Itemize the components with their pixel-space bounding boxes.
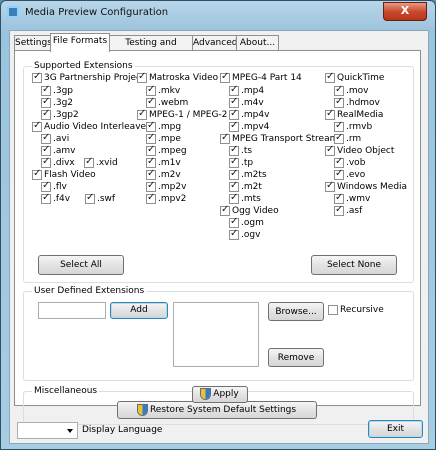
display-language-label: Display Language — [82, 425, 163, 435]
checkbox-evo[interactable]: .evo — [334, 168, 365, 181]
shield-icon — [137, 404, 147, 415]
dialog-client: Settings File Formats Testing and Cache … — [9, 30, 429, 444]
add-button[interactable]: Add — [110, 302, 168, 319]
file-formats-page: Supported Extensions 3G Partnership Proj… — [14, 50, 421, 425]
window-title: Media Preview Configuration — [25, 7, 169, 18]
chevron-down-icon — [67, 429, 73, 433]
select-none-button[interactable]: Select None — [311, 255, 397, 275]
tab-settings[interactable]: Settings — [14, 35, 52, 50]
user-defined-extensions-group: User Defined Extensions Add Browse... Re… — [23, 286, 414, 381]
checkbox-ogv[interactable]: .ogv — [229, 228, 260, 241]
checkbox-hdmov[interactable]: .hdmov — [334, 96, 380, 109]
checkbox-realmedia[interactable]: RealMedia — [325, 108, 383, 121]
close-button[interactable]: X — [383, 2, 427, 21]
checkbox-divx[interactable]: .divx — [41, 156, 75, 169]
checkbox-xvid[interactable]: .xvid — [84, 156, 118, 169]
exit-button[interactable]: Exit — [368, 420, 423, 438]
checkbox-matroska-video[interactable]: Matroska Video — [137, 71, 218, 84]
apply-label: Apply — [213, 389, 239, 399]
checkbox-webm[interactable]: .webm — [146, 96, 188, 109]
extension-input[interactable] — [38, 302, 106, 319]
checkbox-3g-partnership-project[interactable]: 3G Partnership Project — [32, 71, 145, 84]
title-bar[interactable]: Media Preview Configuration X — [1, 1, 435, 25]
checkbox-3gp2[interactable]: .3gp2 — [41, 108, 79, 121]
restore-defaults-label: Restore System Default Settings — [149, 405, 297, 415]
dialog-window: Media Preview Configuration X Settings F… — [0, 0, 436, 450]
checkbox-mts[interactable]: .mts — [229, 192, 261, 205]
tab-about[interactable]: About... — [236, 35, 279, 50]
tab-advanced[interactable]: Advanced — [192, 35, 237, 50]
display-language-dropdown[interactable] — [17, 422, 78, 439]
checkbox-quicktime[interactable]: QuickTime — [325, 71, 384, 84]
checkbox-rm[interactable]: .rm — [334, 132, 361, 145]
apply-button[interactable]: Apply — [192, 386, 248, 403]
select-all-button[interactable]: Select All — [38, 255, 124, 275]
tab-testing-cache[interactable]: Testing and Cache — [109, 35, 193, 63]
checkbox-swf[interactable]: .swf — [85, 192, 115, 205]
checkbox-box[interactable] — [32, 71, 42, 83]
recursive-checkbox[interactable]: Recursive — [328, 305, 384, 316]
miscellaneous-legend: Miscellaneous — [32, 386, 100, 396]
checkbox-ogg-video[interactable]: Ogg Video — [220, 204, 279, 217]
browse-button[interactable]: Browse... — [268, 302, 324, 321]
checkbox-mpeg4-part14[interactable]: MPEG-4 Part 14 — [220, 71, 302, 84]
supported-extensions-group: Supported Extensions 3G Partnership Proj… — [23, 61, 414, 283]
tab-file-formats[interactable]: File Formats — [50, 33, 110, 52]
checkbox-mpv2[interactable]: .mpv2 — [146, 192, 186, 205]
shield-icon — [201, 388, 211, 399]
app-icon — [7, 6, 19, 18]
restore-defaults-button[interactable]: Restore System Default Settings — [117, 401, 317, 419]
checkbox-mpv4[interactable]: .mpv4 — [229, 120, 269, 133]
supported-extensions-legend: Supported Extensions — [32, 61, 135, 71]
checkbox-f4v[interactable]: .f4v — [41, 192, 70, 205]
checkbox-asf[interactable]: .asf — [334, 204, 362, 217]
remove-button[interactable]: Remove — [268, 348, 324, 367]
user-defined-extensions-legend: User Defined Extensions — [32, 286, 147, 296]
extension-list[interactable] — [173, 302, 259, 367]
